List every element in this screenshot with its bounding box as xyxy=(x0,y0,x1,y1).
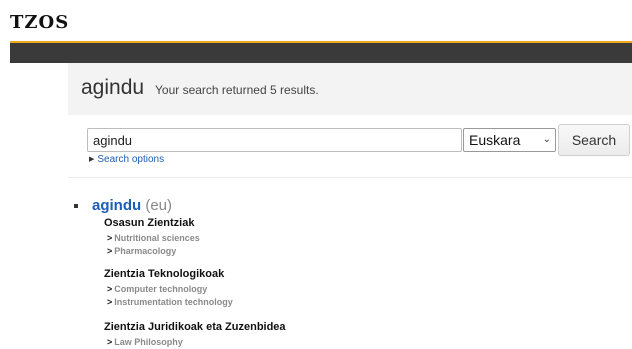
section-divider xyxy=(68,177,632,178)
subdomain-item[interactable]: > Instrumentation technology xyxy=(107,297,233,307)
subdomain-label: Computer technology xyxy=(114,284,208,294)
search-input[interactable] xyxy=(87,128,462,152)
domain-heading: Zientzia Teknologikoak xyxy=(104,268,225,280)
results-header: agindu Your search returned 5 results. xyxy=(68,63,632,115)
language-select-value: Euskara xyxy=(469,132,521,148)
entry-headword-link[interactable]: agindu xyxy=(92,197,141,214)
top-nav-bar xyxy=(10,41,632,63)
subdomain-label: Nutritional sciences xyxy=(114,233,200,243)
search-options-label: Search options xyxy=(97,154,165,165)
domain-heading: Osasun Zientziak xyxy=(104,217,195,229)
subdomain-label: Law Philosophy xyxy=(114,337,183,347)
subdomain-item[interactable]: > Pharmacology xyxy=(107,246,176,256)
site-logo[interactable]: TZOS xyxy=(10,12,69,33)
subdomain-item[interactable]: > Law Philosophy xyxy=(107,337,183,347)
subdomain-item[interactable]: > Nutritional sciences xyxy=(107,233,200,243)
domain-heading: Zientzia Juridikoak eta Zuzenbidea xyxy=(104,321,286,333)
bullet-icon xyxy=(74,204,78,208)
subdomain-label: Instrumentation technology xyxy=(114,297,233,307)
results-summary: Your search returned 5 results. xyxy=(155,83,319,97)
triangle-right-icon: ▶ xyxy=(89,156,95,163)
search-term-heading: agindu xyxy=(81,76,145,99)
search-button[interactable]: Search xyxy=(558,124,630,156)
language-select[interactable]: Euskara ⌄ xyxy=(463,128,556,152)
chevron-down-icon: ⌄ xyxy=(542,134,551,145)
search-options-link[interactable]: ▶ Search options xyxy=(89,154,164,165)
subdomain-label: Pharmacology xyxy=(114,246,177,256)
subdomain-item[interactable]: > Computer technology xyxy=(107,284,207,294)
entry-headword: agindu (eu) xyxy=(92,197,172,214)
entry-language-code: (eu) xyxy=(145,197,173,214)
